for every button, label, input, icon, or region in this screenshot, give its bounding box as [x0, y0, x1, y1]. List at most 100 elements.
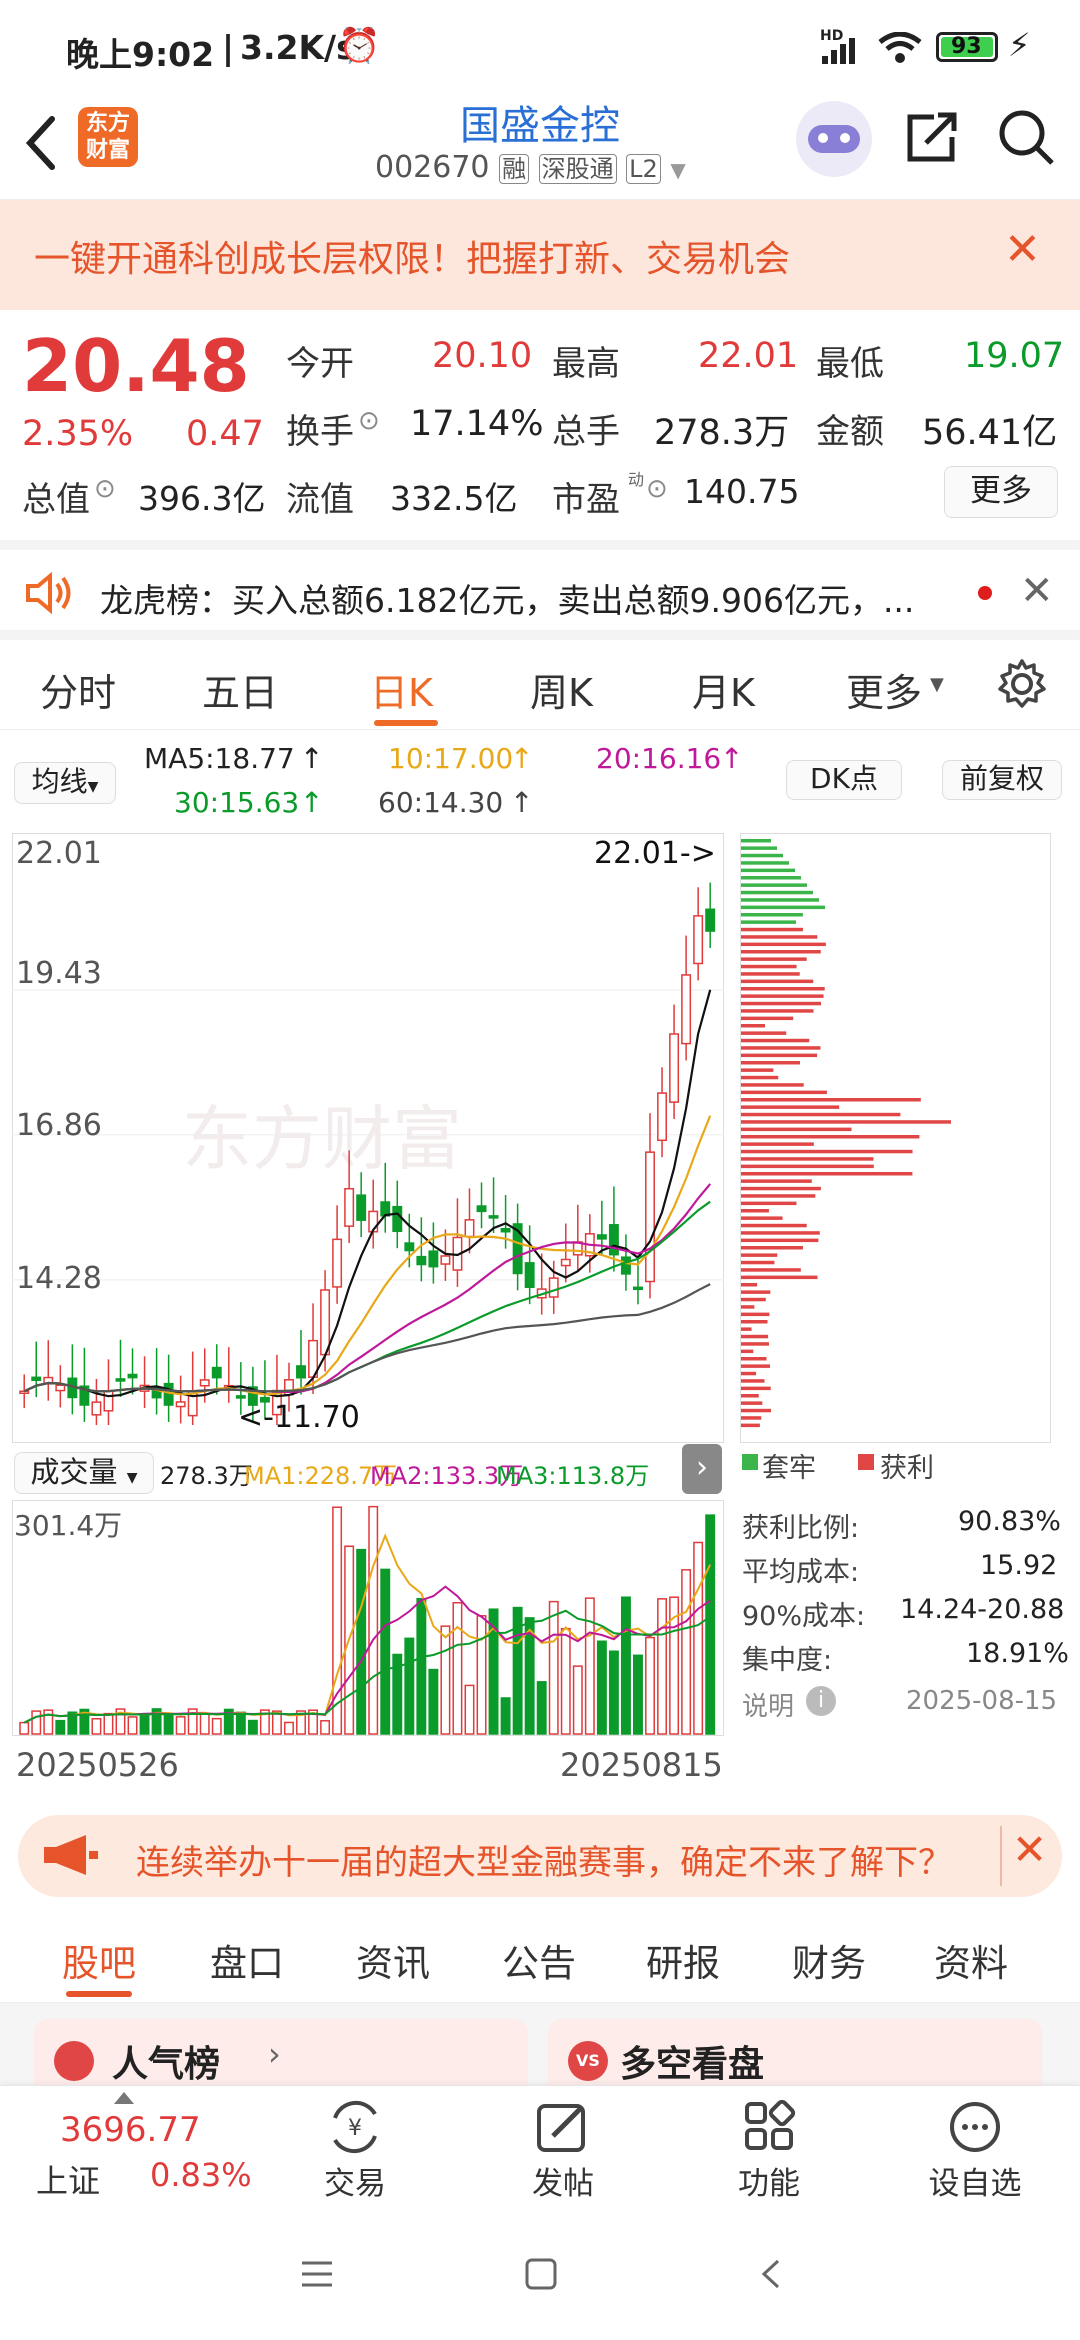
info-icon[interactable]: ⊙	[94, 474, 116, 504]
candle-body	[633, 1286, 643, 1291]
change-percent: 2.35%	[22, 414, 134, 454]
info-icon[interactable]: i	[806, 1686, 836, 1716]
chip-bar	[741, 1016, 794, 1021]
nav-post[interactable]: 发帖	[498, 2086, 628, 2216]
news-ticker[interactable]: 龙虎榜：买入总额6.182亿元，卖出总额9.906亿元，... ✕	[0, 540, 1080, 640]
ad-banner[interactable]: 连续举办十一届的超大型金融赛事，确定不来了解下？ ✕	[18, 1815, 1062, 1897]
legend-profit-swatch	[858, 1454, 874, 1470]
chevron-right-icon[interactable]: ›	[682, 1444, 722, 1494]
volume-current: 278.3万	[160, 1462, 253, 1490]
close-icon[interactable]: ✕	[1020, 568, 1054, 614]
speaker-icon	[26, 572, 71, 614]
tab-monthly-k[interactable]: 月K	[692, 662, 755, 717]
nav-add-watchlist[interactable]: 设自选	[910, 2086, 1040, 2216]
chip-bar	[741, 1305, 755, 1309]
chip-bar	[741, 1090, 827, 1095]
chip-bar	[741, 942, 826, 947]
news-text[interactable]: 龙虎榜：买入总额6.182亿元，卖出总额9.906亿元，...	[100, 574, 914, 622]
chip-bar	[741, 1105, 840, 1109]
candle-body	[163, 1382, 174, 1406]
arrow-up-icon: ↑	[300, 786, 324, 819]
ma-select[interactable]: 均线▼	[14, 762, 116, 804]
arrow-up-icon: ↑	[510, 742, 534, 775]
more-quote-button[interactable]: 更多	[944, 466, 1058, 518]
chip-bar	[741, 1371, 757, 1376]
ma-line	[23, 1183, 712, 1394]
volume-bar	[368, 1505, 379, 1735]
nav-functions[interactable]: 功能	[704, 2086, 834, 2216]
candle-body	[55, 1384, 66, 1392]
tab-weekly-k[interactable]: 周K	[530, 662, 593, 717]
system-navigation	[0, 2215, 1080, 2340]
chip-bar	[741, 1268, 801, 1272]
tab-announcements[interactable]: 公告	[502, 1933, 576, 1987]
promo-banner[interactable]: 一键开通科创成长层权限！把握打新、交易机会 ✕	[0, 200, 1080, 310]
candle-body	[705, 908, 716, 932]
wifi-icon	[878, 32, 922, 63]
chevron-down-icon: ▼	[930, 674, 944, 695]
volume-bar	[560, 1627, 571, 1735]
nav-trade[interactable]: ¥ 交易	[290, 2086, 420, 2216]
tab-intraday[interactable]: 分时	[40, 662, 116, 717]
chip-bar	[741, 1231, 820, 1235]
back-icon[interactable]	[756, 2257, 786, 2291]
index-quote[interactable]: 3696.77 上证 0.83%	[0, 2086, 252, 2216]
dk-point-button[interactable]: DK点	[786, 760, 902, 800]
note-link[interactable]: 说明	[742, 1686, 794, 1723]
candle-body	[356, 1194, 367, 1221]
chip-bar	[741, 1379, 765, 1383]
gear-icon[interactable]	[996, 658, 1048, 710]
y-label-3: 16.86	[16, 1108, 102, 1143]
tab-forum[interactable]: 股吧	[62, 1933, 136, 1987]
status-separator: |	[222, 28, 235, 67]
volume-bar	[693, 1541, 704, 1735]
search-icon[interactable]	[996, 107, 1056, 167]
volume-bar	[235, 1711, 246, 1735]
candle-body	[199, 1379, 210, 1387]
tab-orderbook[interactable]: 盘口	[210, 1933, 284, 1987]
tab-more[interactable]: 更多	[846, 662, 922, 717]
info-icon[interactable]: ⊙	[358, 406, 380, 436]
info-icon[interactable]: ⊙	[646, 474, 668, 504]
chip-bar	[741, 876, 801, 880]
chip-bar	[741, 1357, 767, 1361]
tab-news[interactable]: 资讯	[356, 1933, 430, 1987]
volume-bar	[31, 1710, 42, 1735]
candlestick-chart[interactable]: 东方财富	[12, 833, 724, 1443]
chip-bar	[741, 890, 813, 895]
chevron-right-icon: ›	[268, 2035, 281, 2073]
start-date: 20250526	[16, 1746, 179, 1784]
promo-banner-text[interactable]: 一键开通科创成长层权限！把握打新、交易机会	[34, 230, 790, 282]
chip-distribution-chart[interactable]	[740, 833, 1052, 1443]
tab-five-day[interactable]: 五日	[202, 662, 278, 717]
content-tabs: 股吧 盘口 资讯 公告 研报 财务 资料	[0, 1915, 1080, 2003]
adjust-mode-button[interactable]: 前复权	[942, 760, 1062, 800]
chip-bar	[741, 1179, 812, 1183]
legend-profit: 获利	[880, 1453, 934, 1484]
stock-code-row[interactable]: 002670 融 深股通 L2 ▼	[375, 149, 686, 185]
ad-text[interactable]: 连续举办十一届的超大型金融赛事，确定不来了解下？	[136, 1835, 986, 1884]
tab-research[interactable]: 研报	[646, 1933, 720, 1987]
unread-dot	[978, 586, 992, 600]
share-icon[interactable]	[904, 109, 960, 165]
indicator-select[interactable]: 成交量 ▼	[14, 1452, 154, 1494]
volume-bar	[428, 1668, 439, 1735]
dropdown-caret-icon: ▼	[670, 158, 686, 182]
close-icon[interactable]: ✕	[1004, 224, 1041, 275]
robot-assistant-icon[interactable]	[796, 101, 872, 177]
chip-bar	[741, 1349, 754, 1354]
close-icon[interactable]: ✕	[1012, 1825, 1047, 1874]
chip-bar	[741, 1342, 769, 1346]
chip-bar	[741, 979, 814, 984]
chip-bar	[741, 964, 797, 969]
candle-body	[428, 1250, 439, 1268]
ma60-value: 60:14.30	[378, 786, 504, 819]
candle-body	[620, 1256, 631, 1275]
trade-label: 交易	[324, 2166, 386, 2202]
home-icon[interactable]	[524, 2257, 558, 2291]
tab-finance[interactable]: 财务	[792, 1933, 866, 1987]
tab-profile[interactable]: 资料	[934, 1933, 1008, 1987]
menu-icon[interactable]	[300, 2259, 334, 2289]
chip-bar	[741, 1068, 774, 1072]
tab-daily-k[interactable]: 日K	[370, 662, 433, 717]
